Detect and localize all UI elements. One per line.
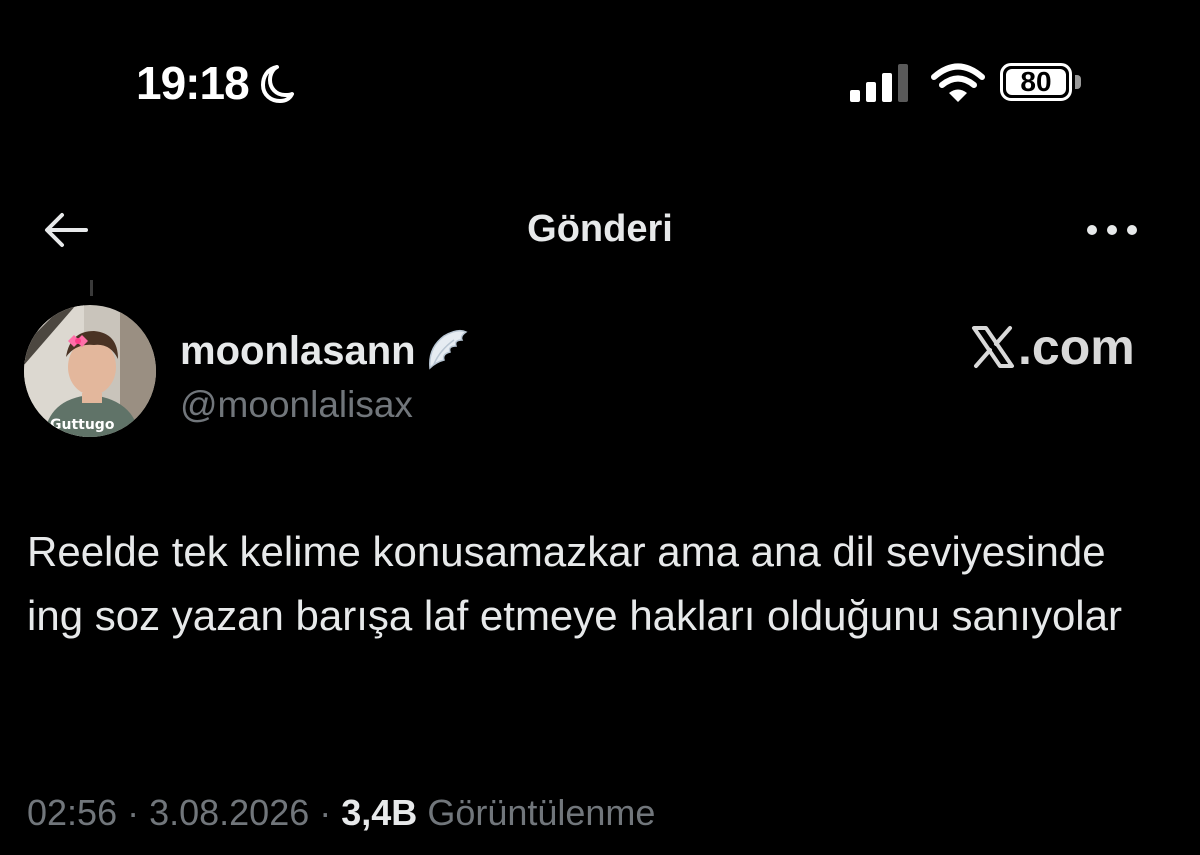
views-label: Görüntülenme [427, 792, 656, 833]
wifi-icon [931, 63, 985, 102]
more-options-icon [1087, 225, 1137, 235]
tweet-metadata: 02:56 · 3.08.2026 · 3,4B Görüntülenme [27, 790, 655, 836]
watermark-text: .com [1018, 319, 1135, 375]
meta-separator: · [309, 792, 342, 833]
status-clock: 19:18 [136, 57, 250, 109]
battery-level: 80 [1020, 66, 1052, 97]
display-name[interactable]: moonlasann [180, 327, 416, 375]
display-name-row: moonlasann [180, 327, 470, 375]
meta-separator: · [117, 792, 150, 833]
avatar[interactable]: Guttugo [24, 305, 156, 437]
author-row: Guttugo moonlasann @moonlalisax .com [24, 305, 1174, 445]
status-right-group: 80 [848, 58, 1082, 108]
status-bar: 19:18 80 [0, 0, 1200, 150]
battery-icon: 80 [1000, 63, 1082, 103]
status-time-group: 19:18 [136, 56, 295, 110]
angel-wing-icon [428, 329, 468, 370]
more-options-button[interactable] [1076, 200, 1148, 260]
watermark: .com [970, 317, 1135, 377]
page-title: Gönderi [527, 208, 673, 250]
user-handle[interactable]: @moonlalisax [180, 383, 413, 427]
battery-tip [1075, 75, 1081, 89]
battery-body: 80 [1000, 63, 1072, 101]
avatar-caption: Guttugo [50, 417, 115, 433]
battery-fill: 80 [1006, 66, 1066, 97]
x-logo-icon [972, 326, 1014, 368]
tweet-time[interactable]: 02:56 [27, 792, 117, 833]
cellular-signal-icon [850, 64, 908, 102]
thread-connector [90, 280, 93, 296]
tweet-date[interactable]: 3.08.2026 [149, 792, 309, 833]
moon-icon [260, 65, 294, 103]
views-count[interactable]: 3,4B [341, 792, 417, 833]
nav-header: Gönderi [0, 190, 1200, 270]
tweet-text: Reelde tek kelime konusamazkar ama ana d… [27, 528, 1122, 639]
